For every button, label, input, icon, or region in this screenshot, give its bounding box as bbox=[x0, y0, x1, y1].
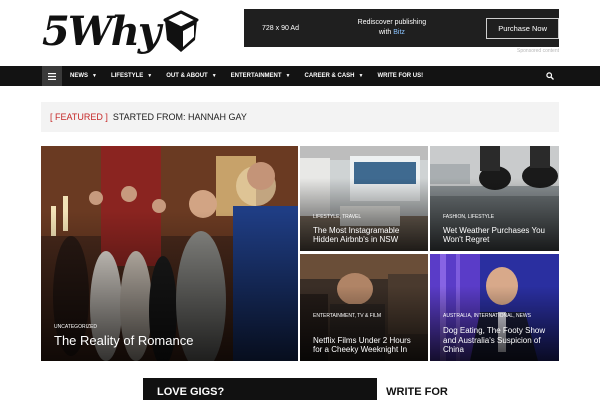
nav-item-label: LIFESTYLE bbox=[110, 73, 144, 79]
featured-bar[interactable]: [ FEATURED ] STARTED FROM: HANNAH GAY bbox=[41, 102, 559, 132]
nav-item-news[interactable]: NEWS ▼ bbox=[70, 73, 97, 79]
nav-item-label: OUT & ABOUT bbox=[166, 73, 208, 79]
featured-title: STARTED FROM: HANNAH GAY bbox=[112, 112, 247, 122]
chevron-down-icon: ▼ bbox=[92, 73, 97, 79]
nav-item-lifestyle[interactable]: LIFESTYLE ▼ bbox=[111, 73, 152, 79]
nav-item-label: CAREER & CASH bbox=[304, 73, 355, 79]
post-card-wet-weather[interactable]: FASHION, LIFESTYLE Wet Weather Purchases… bbox=[430, 146, 559, 251]
purchase-now-button[interactable]: Purchase Now bbox=[486, 17, 559, 39]
post-title[interactable]: The Most Instagramable Hidden Airbnb's i… bbox=[313, 226, 420, 244]
chevron-down-icon: ▼ bbox=[285, 73, 291, 79]
featured-tag: [ FEATURED ] bbox=[50, 112, 108, 122]
post-card-main[interactable]: UNCATEGORIZED The Reality of Romance bbox=[41, 146, 298, 361]
bottom-ad-right-text: WRITE FOR bbox=[377, 378, 457, 400]
search-icon[interactable] bbox=[546, 72, 554, 80]
post-title[interactable]: The Reality of Romance bbox=[54, 333, 193, 349]
nav-item-label: NEWS bbox=[70, 73, 88, 79]
nav-item-career-and-cash[interactable]: CAREER & CASH ▼ bbox=[305, 73, 364, 79]
post-category[interactable]: AUSTRALIA, INTERNATIONAL, NEWS bbox=[443, 313, 531, 319]
menu-icon bbox=[48, 72, 56, 80]
header-ad-banner[interactable]: 728 x 90 Ad Rediscover publishing with B… bbox=[244, 9, 559, 47]
nav-item-label: WRITE FOR US! bbox=[377, 73, 424, 79]
ad-tagline-prefix: with bbox=[378, 29, 392, 36]
ad-tagline-line-1: Rediscover publishing bbox=[357, 19, 427, 26]
post-card-footy-show[interactable]: AUSTRALIA, INTERNATIONAL, NEWS Dog Eatin… bbox=[430, 254, 559, 361]
sponsored-label: Sponsored content bbox=[517, 48, 559, 54]
post-card-netflix[interactable]: ENTERTAINMENT, TV & FILM Netflix Films U… bbox=[300, 254, 428, 361]
post-title[interactable]: Dog Eating, The Footy Show and Australia… bbox=[443, 326, 551, 354]
post-category[interactable]: ENTERTAINMENT, TV & FILM bbox=[313, 313, 381, 319]
post-title[interactable]: Wet Weather Purchases You Won't Regret bbox=[443, 226, 551, 244]
site-logo[interactable]: 5Why bbox=[42, 8, 199, 56]
post-category[interactable]: FASHION, LIFESTYLE bbox=[443, 214, 494, 220]
post-category[interactable]: UNCATEGORIZED bbox=[54, 324, 97, 330]
post-title[interactable]: Netflix Films Under 2 Hours for a Cheeky… bbox=[313, 336, 420, 354]
ad-tagline: Rediscover publishing with Bitz bbox=[346, 18, 439, 38]
ad-tagline-line-2: with Bitz bbox=[346, 28, 439, 38]
main-nav: NEWS ▼ LIFESTYLE ▼ OUT & ABOUT ▼ ENTERTA… bbox=[0, 66, 600, 86]
chevron-down-icon: ▼ bbox=[211, 73, 217, 79]
nav-item-out-and-about[interactable]: OUT & ABOUT ▼ bbox=[166, 73, 216, 79]
ad-size-label: 728 x 90 Ad bbox=[262, 24, 299, 32]
nav-item-entertainment[interactable]: ENTERTAINMENT ▼ bbox=[231, 73, 291, 79]
chevron-down-icon: ▼ bbox=[358, 73, 364, 79]
menu-button[interactable] bbox=[42, 66, 62, 86]
bottom-ad-left-text: LOVE GIGS? bbox=[157, 386, 225, 398]
nav-item-write-for-us[interactable]: WRITE FOR US! bbox=[377, 73, 423, 79]
cube-icon bbox=[163, 10, 199, 52]
ad-brand: Bitz bbox=[393, 29, 405, 36]
post-category[interactable]: LIFESTYLE, TRAVEL bbox=[313, 214, 361, 220]
post-card-airbnb[interactable]: LIFESTYLE, TRAVEL The Most Instagramable… bbox=[300, 146, 428, 251]
bottom-ad-banner[interactable]: LOVE GIGS? WRITE FOR bbox=[143, 378, 457, 400]
nav-item-label: ENTERTAINMENT bbox=[230, 73, 282, 79]
logo-text: 5Why bbox=[42, 8, 161, 55]
chevron-down-icon: ▼ bbox=[147, 73, 153, 79]
